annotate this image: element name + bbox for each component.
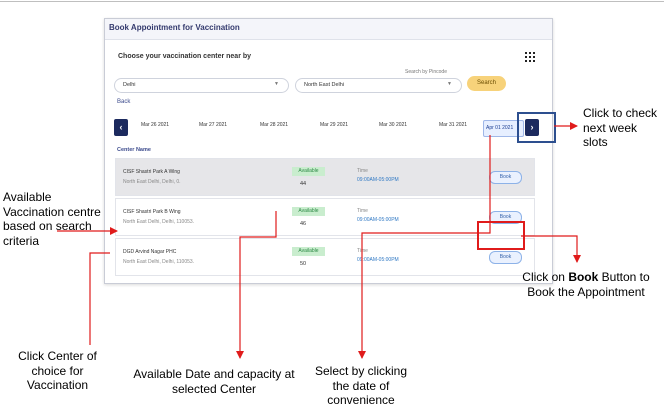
annotation-next-week: Click to check next week slots xyxy=(583,106,658,149)
arrow-date-capacity xyxy=(236,211,277,359)
annotation-select-date: Select by clicking the date of convenien… xyxy=(314,364,408,407)
annotation-book-bold: Book xyxy=(568,270,599,284)
arrow-book xyxy=(521,235,581,263)
arrow-click-center xyxy=(89,252,110,345)
annotation-available-centre: Available Vaccination centre based on se… xyxy=(3,190,101,248)
annotation-click-center: Click Center of choice for Vaccination xyxy=(18,349,97,392)
annotation-book-prefix: Click on xyxy=(522,270,569,284)
annotation-book-button: Click on Book Button to Book the Appoint… xyxy=(508,270,664,299)
arrow-select-date xyxy=(358,135,491,359)
annotation-date-capacity: Available Date and capacity at selected … xyxy=(133,367,295,396)
